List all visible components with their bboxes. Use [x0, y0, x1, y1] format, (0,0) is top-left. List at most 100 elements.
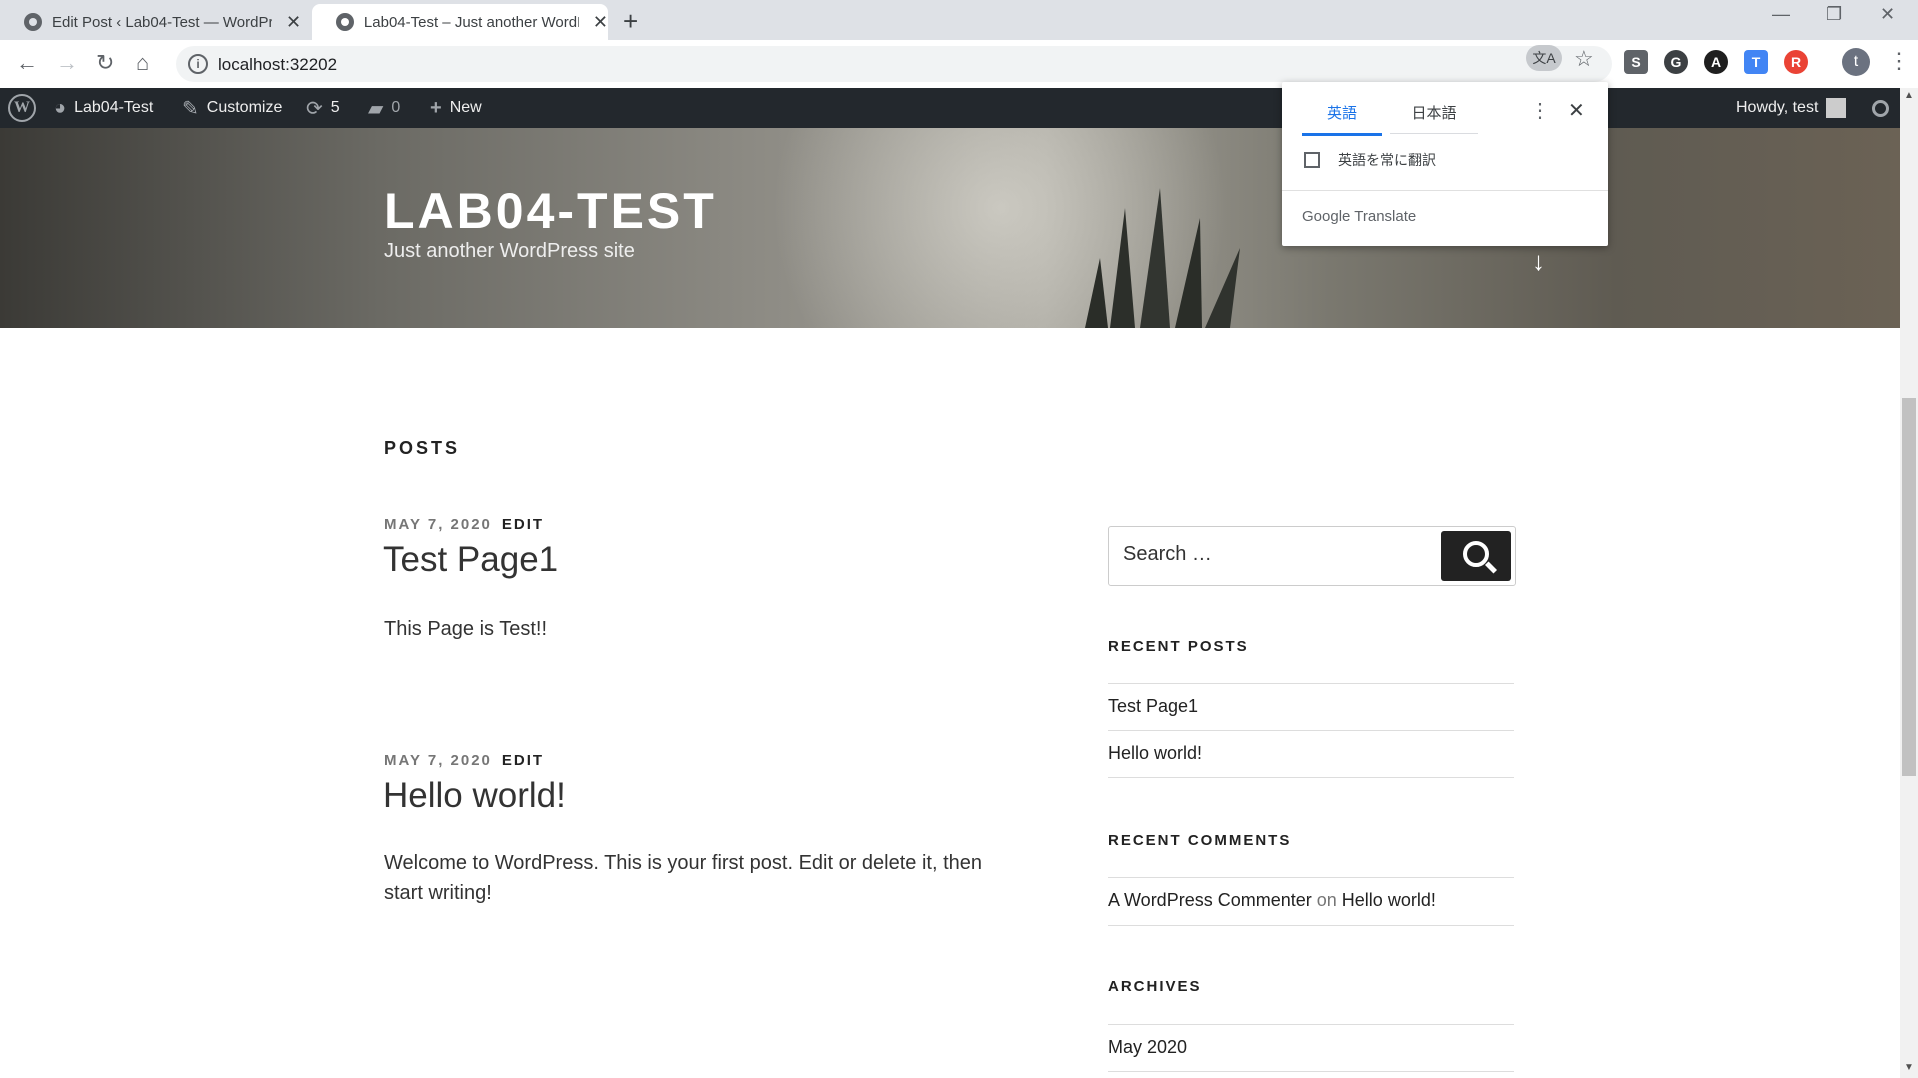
- admin-search-icon[interactable]: [1872, 88, 1889, 128]
- back-icon[interactable]: ←: [16, 50, 38, 76]
- comment-on-text: on: [1316, 890, 1337, 910]
- post-excerpt: This Page is Test!!: [384, 618, 548, 640]
- admin-new[interactable]: + New: [430, 88, 482, 128]
- browser-menu-icon[interactable]: ⋮: [1888, 48, 1910, 74]
- comment-author-link[interactable]: A WordPress Commenter: [1108, 890, 1312, 910]
- search-icon-handle: [1484, 561, 1498, 574]
- divider: [1282, 190, 1608, 191]
- translate-icon[interactable]: 文A: [1526, 45, 1562, 71]
- extension-a-icon[interactable]: A: [1704, 50, 1728, 74]
- post-title-link[interactable]: Hello world!: [383, 776, 566, 816]
- comment-icon: ▰: [368, 97, 384, 120]
- posts-heading: POSTS: [384, 438, 461, 458]
- site-name-label: Lab04-Test: [74, 99, 154, 116]
- dashboard-icon: ◕: [54, 96, 67, 119]
- comment-post-link[interactable]: Hello world!: [1342, 890, 1436, 910]
- recent-post-link[interactable]: Test Page1: [1108, 696, 1198, 717]
- divider: [1108, 730, 1514, 731]
- recent-comment-item: A WordPress Commenter on Hello world!: [1108, 890, 1436, 911]
- plus-icon: +: [430, 96, 442, 119]
- edit-post-link[interactable]: EDIT: [502, 516, 544, 533]
- edit-post-link[interactable]: EDIT: [502, 752, 544, 769]
- tab-edit-post[interactable]: Edit Post ‹ Lab04-Test — WordPress ✕: [0, 4, 310, 40]
- recent-comments-title: RECENT COMMENTS: [1108, 832, 1292, 849]
- tab-site-home[interactable]: Lab04-Test – Just another WordPress site…: [312, 4, 608, 40]
- bookmark-star-icon[interactable]: ☆: [1574, 46, 1594, 72]
- updates-icon: ⟳: [306, 97, 323, 120]
- updates-count: 5: [330, 99, 340, 116]
- recent-posts-title: RECENT POSTS: [1108, 638, 1249, 655]
- post-title-link[interactable]: Test Page1: [383, 540, 558, 580]
- wordpress-favicon-icon: [336, 13, 354, 31]
- close-window-icon[interactable]: ✕: [1880, 4, 1895, 25]
- search-button[interactable]: [1441, 531, 1511, 581]
- google-translate-extension-icon[interactable]: T: [1744, 50, 1768, 74]
- always-translate-label: 英語を常に翻訳: [1338, 152, 1436, 168]
- admin-comments[interactable]: ▰ 0: [368, 88, 400, 128]
- reload-icon[interactable]: ↻: [96, 50, 114, 76]
- archives-title: ARCHIVES: [1108, 978, 1202, 995]
- site-info-icon[interactable]: i: [188, 54, 208, 74]
- site-title[interactable]: LAB04-TEST: [384, 182, 717, 240]
- post-excerpt: Welcome to WordPress. This is your first…: [384, 852, 983, 904]
- more-options-icon[interactable]: ⋮: [1530, 98, 1550, 123]
- divider: [1108, 1071, 1514, 1072]
- tab-title: Edit Post ‹ Lab04-Test — WordPress: [52, 13, 272, 31]
- wordpress-favicon-icon: [24, 13, 42, 31]
- tab-title: Lab04-Test – Just another WordPress site: [363, 13, 579, 31]
- admin-my-account[interactable]: Howdy, test: [1736, 88, 1847, 128]
- post-date-link[interactable]: MAY 7, 2020: [384, 516, 492, 533]
- search-input[interactable]: Search …: [1123, 543, 1212, 566]
- minimize-icon[interactable]: —: [1772, 4, 1790, 25]
- howdy-label: Howdy, test: [1736, 99, 1819, 116]
- extension-r-icon[interactable]: R: [1784, 50, 1808, 74]
- close-icon[interactable]: ✕: [1568, 98, 1585, 123]
- admin-customize[interactable]: ✎ Customize: [182, 88, 282, 128]
- archive-link[interactable]: May 2020: [1108, 1037, 1187, 1058]
- browser-toolbar: ← → ↻ ⌂ i localhost:32202 文A ☆ S G A T R…: [0, 40, 1918, 89]
- divider: [1108, 683, 1514, 684]
- divider: [1108, 1024, 1514, 1025]
- admin-updates[interactable]: ⟳ 5: [306, 88, 340, 128]
- close-tab-icon[interactable]: ✕: [593, 12, 608, 33]
- divider: [1108, 877, 1514, 878]
- post-date-link[interactable]: MAY 7, 2020: [384, 752, 492, 769]
- extension-g-icon[interactable]: G: [1664, 50, 1688, 74]
- scroll-down-arrow-icon[interactable]: ▼: [1904, 1062, 1914, 1073]
- address-bar[interactable]: i localhost:32202: [176, 46, 1612, 82]
- new-tab-icon[interactable]: +: [623, 6, 638, 37]
- divider: [1108, 925, 1514, 926]
- post-meta: MAY 7, 2020 EDIT: [384, 752, 544, 769]
- recent-post-link[interactable]: Hello world!: [1108, 743, 1202, 764]
- profile-avatar[interactable]: t: [1842, 48, 1870, 76]
- new-label: New: [449, 99, 482, 116]
- page-scrollbar[interactable]: ▲ ▼: [1900, 88, 1918, 1078]
- forward-icon[interactable]: →: [56, 50, 78, 76]
- plant-image: [1085, 188, 1240, 328]
- admin-site-name[interactable]: ◕ Lab04-Test: [54, 88, 153, 128]
- scroll-down-arrow-icon[interactable]: ↓: [1532, 246, 1545, 277]
- scroll-up-arrow-icon[interactable]: ▲: [1904, 90, 1914, 101]
- brush-icon: ✎: [182, 97, 199, 120]
- post-meta: MAY 7, 2020 EDIT: [384, 516, 544, 533]
- scrollbar-thumb[interactable]: [1902, 398, 1916, 776]
- wordpress-logo-icon[interactable]: W: [8, 88, 36, 128]
- url-text[interactable]: localhost:32202: [218, 55, 337, 75]
- tab-target-language[interactable]: 日本語: [1390, 102, 1478, 134]
- customize-label: Customize: [206, 99, 283, 116]
- site-header-image: LAB04-TEST Just another WordPress site ↓: [0, 128, 1900, 328]
- divider: [1108, 777, 1514, 778]
- tab-source-language[interactable]: 英語: [1302, 102, 1382, 136]
- site-description: Just another WordPress site: [384, 240, 635, 262]
- wp-admin-bar: W ◕ Lab04-Test ✎ Customize ⟳ 5 ▰ 0 + New Howd…: [0, 88, 1900, 128]
- comments-count: 0: [391, 99, 401, 116]
- restore-icon[interactable]: ❐: [1826, 4, 1842, 25]
- home-icon[interactable]: ⌂: [136, 50, 149, 76]
- user-avatar-icon: [1826, 98, 1847, 118]
- extension-s-icon[interactable]: S: [1624, 50, 1648, 74]
- google-translate-brand: Google Translate: [1302, 208, 1417, 225]
- close-tab-icon[interactable]: ✕: [286, 12, 301, 33]
- browser-tab-strip: Edit Post ‹ Lab04-Test — WordPress ✕ Lab…: [0, 0, 1918, 40]
- always-translate-checkbox[interactable]: [1304, 152, 1320, 168]
- translate-popup: 英語 日本語 ⋮ ✕ 英語を常に翻訳 Google Translate: [1282, 82, 1608, 246]
